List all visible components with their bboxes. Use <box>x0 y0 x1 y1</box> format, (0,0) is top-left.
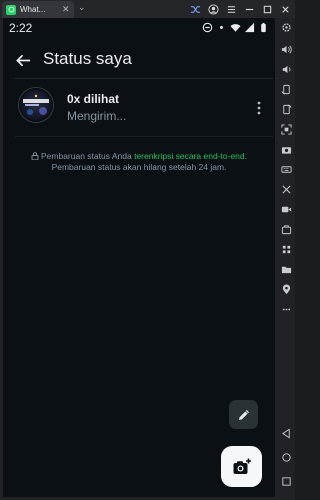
back-icon[interactable] <box>279 426 293 440</box>
volume-up-icon[interactable] <box>279 42 293 56</box>
encryption-notice: Pembaruan status Anda terenkripsi secara… <box>17 151 261 173</box>
android-status-bar: 2:22 <box>3 18 275 38</box>
home-icon[interactable] <box>279 450 293 464</box>
tab-dropdown-icon[interactable]: ⌄ <box>78 2 86 13</box>
emulator-window: What... ✕ ⌄ 2:22 Status saya 0x dilihat … <box>0 0 295 500</box>
emulator-toolbar <box>277 18 295 500</box>
list-divider <box>15 136 273 137</box>
status-thumbnail[interactable] <box>19 88 53 122</box>
volume-down-icon[interactable] <box>279 62 293 76</box>
menu-icon[interactable] <box>225 3 237 15</box>
encryption-link[interactable]: terenkripsi secara end-to-end <box>134 151 245 161</box>
record-icon[interactable] <box>279 202 293 216</box>
header-divider <box>15 78 273 79</box>
wifi-icon <box>230 24 241 32</box>
more-options-icon[interactable] <box>253 98 265 118</box>
add-camera-icon <box>233 458 251 474</box>
phone-screen: 2:22 Status saya 0x dilihat Mengirim... … <box>3 18 275 497</box>
minimize-icon[interactable] <box>243 3 255 15</box>
status-time: 2:22 <box>9 21 33 35</box>
pencil-icon <box>238 409 249 420</box>
shake-icon[interactable] <box>279 182 293 196</box>
window-tab[interactable]: What... ✕ <box>2 1 74 18</box>
apps-icon[interactable] <box>279 242 293 256</box>
encryption-text-start: Pembaruan status Anda <box>40 151 135 161</box>
window-titlebar: What... ✕ ⌄ <box>0 0 295 18</box>
my-status-item[interactable]: 0x dilihat Mengirim... <box>3 88 275 138</box>
status-thumbnail-artwork <box>23 94 49 115</box>
more-icon[interactable] <box>279 302 293 316</box>
status-sending-label: Mengirim... <box>67 109 127 123</box>
lock-icon <box>31 152 39 160</box>
recents-icon[interactable] <box>279 474 293 488</box>
rotate-icon[interactable] <box>279 82 293 96</box>
settings-icon[interactable] <box>279 20 293 34</box>
rotate-right-icon[interactable] <box>279 102 293 116</box>
signal-icon <box>244 22 255 33</box>
back-arrow-icon[interactable] <box>11 48 35 72</box>
camera-icon[interactable] <box>279 142 293 156</box>
folder-icon[interactable] <box>279 262 293 276</box>
text-status-button[interactable] <box>229 400 258 429</box>
status-view-count: 0x dilihat <box>67 92 120 106</box>
maximize-icon[interactable] <box>261 3 273 15</box>
page-title: Status saya <box>43 49 132 68</box>
battery-icon <box>261 22 266 33</box>
status-icons <box>202 22 269 33</box>
camera-status-button[interactable] <box>221 446 262 487</box>
tab-title: What... <box>20 5 46 14</box>
keyboard-icon[interactable] <box>279 162 293 176</box>
titlebar-controls <box>189 1 291 17</box>
toolbox-icon[interactable] <box>279 222 293 236</box>
screenshot-icon[interactable] <box>279 122 293 136</box>
account-icon[interactable] <box>207 3 219 15</box>
do-not-disturb-icon <box>202 22 213 33</box>
close-icon[interactable] <box>279 3 291 15</box>
app-bar: Status saya <box>3 40 275 80</box>
tab-close-icon[interactable]: ✕ <box>62 4 70 15</box>
location-icon[interactable] <box>279 282 293 296</box>
shuffle-icon[interactable] <box>189 3 201 15</box>
dot-icon <box>220 26 223 29</box>
whatsapp-icon <box>6 4 16 15</box>
